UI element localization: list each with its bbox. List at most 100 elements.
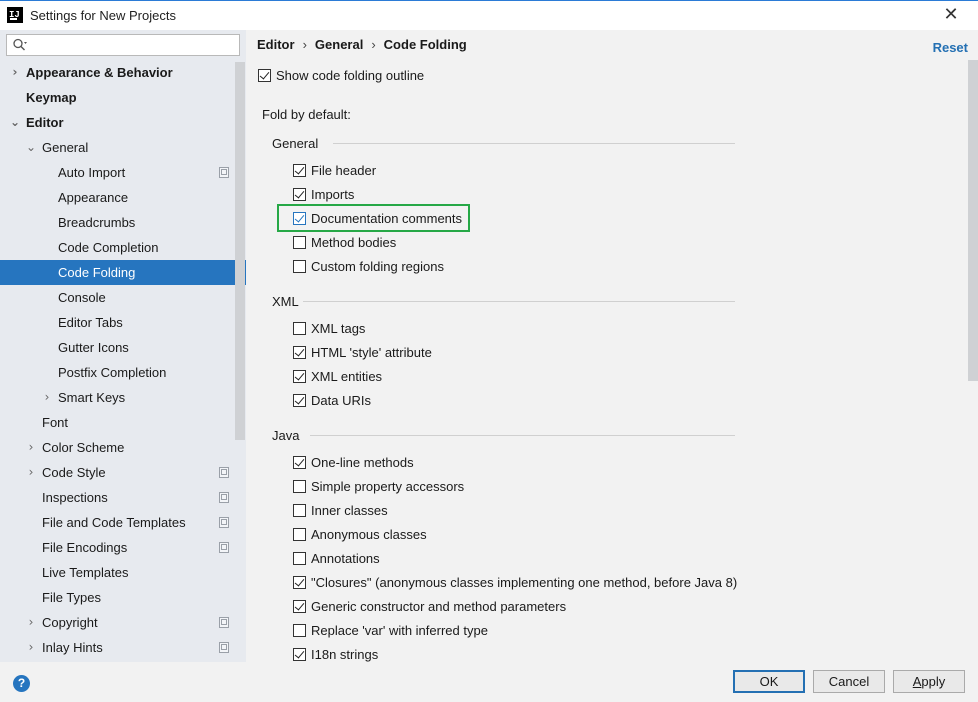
project-settings-icon	[219, 167, 229, 178]
project-settings-icon	[219, 617, 229, 628]
sidebar-item-label: Editor	[26, 115, 64, 130]
chevron-right-icon[interactable]: ›	[25, 460, 37, 485]
sidebar-item-color-scheme[interactable]: › Color Scheme	[0, 435, 246, 460]
section-divider	[302, 301, 735, 302]
checkbox-unchecked[interactable]	[293, 528, 306, 541]
sidebar-item-general[interactable]: ⌄ General	[0, 135, 246, 160]
sidebar-item-smart-keys[interactable]: › Smart Keys	[0, 385, 246, 410]
checkbox-checked[interactable]	[293, 188, 306, 201]
checkbox-unchecked[interactable]	[293, 624, 306, 637]
sidebar-item-file-encodings[interactable]: File Encodings	[0, 535, 246, 560]
chevron-right-icon[interactable]: ›	[25, 635, 37, 660]
checkbox-unchecked[interactable]	[293, 552, 306, 565]
chevron-right-icon[interactable]: ›	[25, 435, 37, 460]
option-label: Replace 'var' with inferred type	[311, 623, 488, 638]
help-icon[interactable]: ?	[13, 675, 30, 692]
sidebar-item-file-types[interactable]: File Types	[0, 585, 246, 610]
breadcrumb-editor: Editor	[257, 37, 295, 52]
option-label: Custom folding regions	[311, 259, 444, 274]
sidebar-item-label: Inspections	[42, 490, 108, 505]
highlight-box	[277, 204, 470, 232]
sidebar-item-keymap[interactable]: Keymap	[0, 85, 246, 110]
sidebar-item-appearance-behavior[interactable]: › Appearance & Behavior	[0, 60, 246, 85]
checkbox-checked[interactable]	[293, 164, 306, 177]
sidebar-item-label: Live Templates	[42, 565, 129, 580]
sidebar-item-auto-import[interactable]: Auto Import	[0, 160, 246, 185]
cancel-button[interactable]: Cancel	[813, 670, 885, 693]
checkbox-checked[interactable]	[293, 456, 306, 469]
option-label: HTML 'style' attribute	[311, 345, 432, 360]
window-title: Settings for New Projects	[30, 8, 176, 23]
sidebar-item-inspections[interactable]: Inspections	[0, 485, 246, 510]
sidebar-item-label: File Encodings	[42, 540, 128, 555]
sidebar-item-live-templates[interactable]: Live Templates	[0, 560, 246, 585]
breadcrumb-separator: ›	[371, 37, 376, 52]
chevron-right-icon[interactable]: ›	[25, 610, 37, 635]
section-title-general: General	[272, 136, 319, 151]
checkbox-checked[interactable]	[293, 600, 306, 613]
chevron-down-icon[interactable]: ⌄	[25, 135, 37, 160]
title-bar: IJ Settings for New Projects ✕	[0, 0, 978, 30]
checkbox-checked[interactable]	[293, 576, 306, 589]
checkbox-checked[interactable]	[293, 346, 306, 359]
sidebar-item-label: Smart Keys	[58, 390, 126, 405]
sidebar-item-label: Gutter Icons	[58, 340, 129, 355]
checkbox-unchecked[interactable]	[293, 236, 306, 249]
sidebar-item-editor[interactable]: ⌄ Editor	[0, 110, 246, 135]
chevron-right-icon[interactable]: ›	[9, 60, 21, 85]
checkbox-checked[interactable]	[293, 394, 306, 407]
reset-link[interactable]: Reset	[933, 40, 968, 55]
sidebar-item-font[interactable]: Font	[0, 410, 246, 435]
sidebar-item-copyright[interactable]: › Copyright	[0, 610, 246, 635]
sidebar-item-code-style[interactable]: › Code Style	[0, 460, 246, 485]
sidebar-scrollbar[interactable]	[235, 62, 245, 440]
dialog-button-bar: ? OK Cancel Apply	[0, 662, 978, 702]
checkbox-unchecked[interactable]	[293, 322, 306, 335]
sidebar-item-label: Breadcrumbs	[58, 215, 136, 230]
sidebar-item-breadcrumbs[interactable]: Breadcrumbs	[0, 210, 246, 235]
checkbox-checked[interactable]	[293, 370, 306, 383]
sidebar-item-label: Auto Import	[58, 165, 126, 180]
section-title-xml: XML	[272, 294, 299, 309]
option-label: Simple property accessors	[311, 479, 465, 494]
sidebar-item-label: Code Completion	[58, 240, 159, 255]
option-label: XML tags	[311, 321, 366, 336]
option-label: Method bodies	[311, 235, 397, 250]
sidebar-item-label: Keymap	[26, 90, 77, 105]
sidebar-item-code-folding[interactable]: Code Folding	[0, 260, 246, 285]
checkbox-unchecked[interactable]	[293, 504, 306, 517]
sidebar-item-editor-tabs[interactable]: Editor Tabs	[0, 310, 246, 335]
apply-button[interactable]: Apply	[893, 670, 965, 693]
option-label: Show code folding outline	[276, 68, 425, 83]
sidebar-item-label: File and Code Templates	[42, 515, 186, 530]
checkbox-checked[interactable]	[258, 69, 271, 82]
sidebar-item-label: Postfix Completion	[58, 365, 167, 380]
checkbox-checked[interactable]	[293, 648, 306, 661]
fold-by-default-label: Fold by default:	[262, 107, 351, 122]
sidebar-item-inlay-hints[interactable]: › Inlay Hints	[0, 635, 246, 660]
option-label: One-line methods	[311, 455, 414, 470]
ok-button[interactable]: OK	[733, 670, 805, 693]
content-scrollbar[interactable]	[968, 60, 978, 381]
breadcrumb-separator: ›	[302, 37, 307, 52]
sidebar-item-label: Color Scheme	[42, 440, 125, 455]
sidebar-item-file-and-code-templates[interactable]: File and Code Templates	[0, 510, 246, 535]
sidebar-item-postfix-completion[interactable]: Postfix Completion	[0, 360, 246, 385]
breadcrumb-code-folding: Code Folding	[383, 37, 467, 52]
sidebar-item-label: Editor Tabs	[58, 315, 123, 330]
checkbox-unchecked[interactable]	[293, 260, 306, 273]
sidebar-item-appearance[interactable]: Appearance	[0, 185, 246, 210]
checkbox-unchecked[interactable]	[293, 480, 306, 493]
sidebar-item-code-completion[interactable]: Code Completion	[0, 235, 246, 260]
sidebar-item-gutter-icons[interactable]: Gutter Icons	[0, 335, 246, 360]
project-settings-icon	[219, 467, 229, 478]
settings-search-input[interactable]	[6, 34, 240, 56]
close-icon[interactable]: ✕	[940, 4, 962, 26]
chevron-right-icon[interactable]: ›	[41, 385, 53, 410]
sidebar-item-console[interactable]: Console	[0, 285, 246, 310]
search-icon	[13, 38, 27, 51]
option-label: "Closures" (anonymous classes implementi…	[311, 575, 738, 590]
sidebar-item-label: Font	[42, 415, 69, 430]
chevron-down-icon[interactable]: ⌄	[9, 110, 21, 135]
sidebar-item-label: Code Folding	[58, 265, 136, 280]
